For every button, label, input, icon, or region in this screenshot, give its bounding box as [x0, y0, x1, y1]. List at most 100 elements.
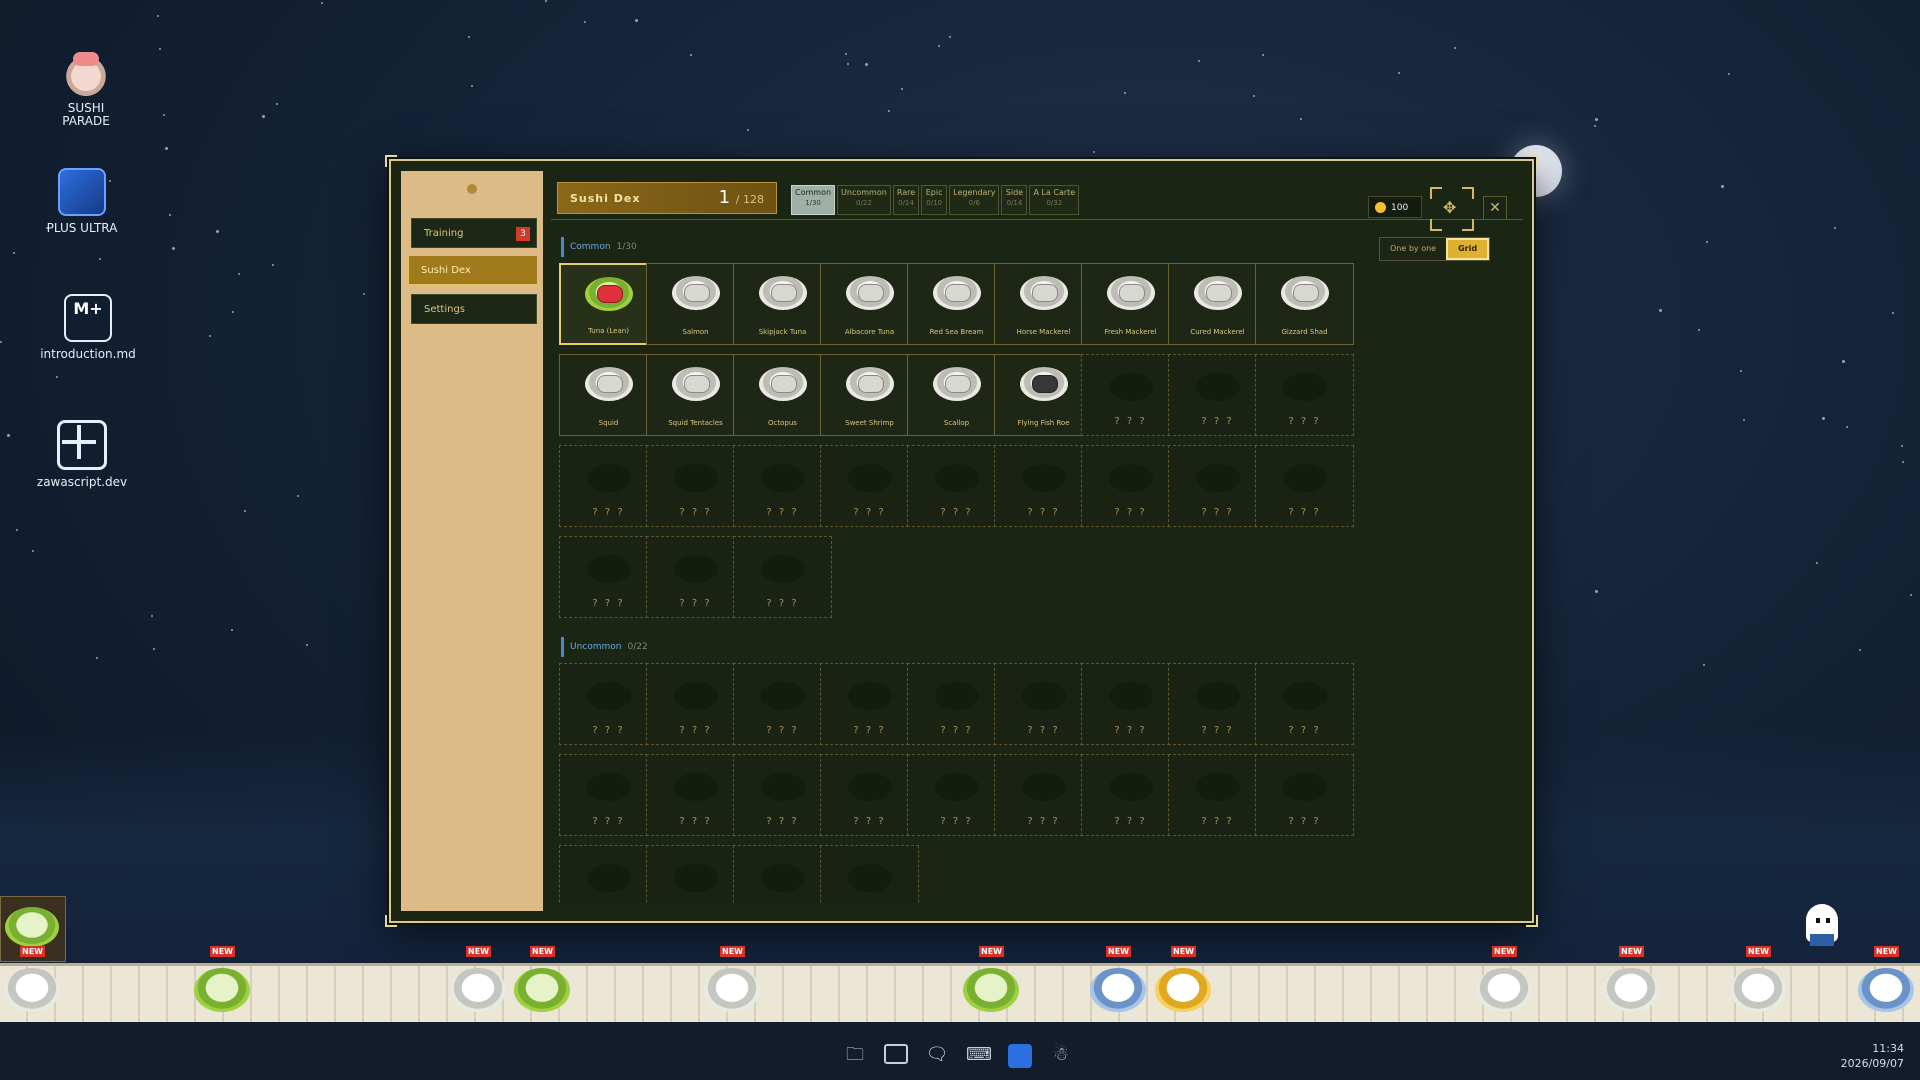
move-window-button[interactable]: ✥ — [1430, 187, 1474, 231]
conveyor-plate[interactable] — [963, 968, 1019, 1012]
conveyor-plate[interactable] — [4, 968, 60, 1012]
dex-card[interactable]: Skipjack Tuna — [733, 263, 832, 345]
dex-card-locked[interactable]: ? ? ? — [646, 536, 745, 618]
tab-legendary[interactable]: Legendary 0/6 — [949, 185, 1000, 215]
dex-card-locked[interactable]: ? ? ? — [1168, 754, 1267, 836]
dex-card-locked[interactable]: ? ? ? — [820, 445, 919, 527]
dex-card-locked[interactable]: ? ? ? — [907, 754, 1006, 836]
tab-epic[interactable]: Epic 0/10 — [921, 185, 948, 215]
dex-card-locked[interactable]: ? ? ? — [559, 445, 658, 527]
dex-card-locked[interactable]: ? ? ? — [820, 845, 919, 903]
dex-card[interactable]: Flying Fish Roe — [994, 354, 1093, 436]
dex-card[interactable]: Horse Mackerel — [994, 263, 1093, 345]
conveyor-plate[interactable] — [704, 968, 760, 1012]
sidebar-item-sushi-dex[interactable]: Sushi Dex — [408, 255, 538, 285]
desktop-icon-introduction-md[interactable]: M+ introduction.md — [28, 294, 148, 361]
dex-card-locked[interactable]: ? ? ? — [559, 754, 658, 836]
dex-card-locked[interactable]: ? ? ? — [907, 663, 1006, 745]
dex-card[interactable]: Squid — [559, 354, 658, 436]
dex-card-locked[interactable]: ? ? ? — [1081, 445, 1180, 527]
dex-card[interactable]: Salmon — [646, 263, 745, 345]
star — [544, 0, 547, 3]
dex-card-locked[interactable]: ? ? ? — [733, 663, 832, 745]
sushi-name: Octopus — [768, 419, 797, 427]
dex-card-locked[interactable]: ? ? ? — [559, 845, 658, 903]
unknown-label: ? ? ? — [1288, 725, 1321, 736]
dex-card-locked[interactable]: ? ? ? — [646, 754, 745, 836]
conveyor-plate[interactable] — [1730, 968, 1786, 1012]
chat-icon[interactable]: 🗨 — [924, 1044, 950, 1066]
unknown-silhouette — [586, 464, 631, 492]
sidebar-item-settings[interactable]: Settings — [411, 294, 537, 324]
conveyor-plate[interactable] — [1155, 968, 1211, 1012]
dex-card-locked[interactable]: ? ? ? — [733, 845, 832, 903]
dex-card-locked[interactable]: ? ? ? — [1255, 754, 1354, 836]
conveyor-plate[interactable] — [1603, 968, 1659, 1012]
plus-ultra-app-icon[interactable] — [1008, 1044, 1032, 1068]
dex-card-locked[interactable]: ? ? ? — [646, 845, 745, 903]
dex-card-locked[interactable]: ? ? ? — [994, 445, 1093, 527]
dex-card-locked[interactable]: ? ? ? — [820, 663, 919, 745]
conveyor-plate[interactable] — [1090, 968, 1146, 1012]
conveyor-plate[interactable] — [194, 968, 250, 1012]
dex-card-locked[interactable]: ? ? ? — [1081, 663, 1180, 745]
star — [937, 44, 940, 47]
dex-card[interactable]: Red Sea Bream — [907, 263, 1006, 345]
tab-side[interactable]: Side 0/14 — [1001, 185, 1028, 215]
dex-card-locked[interactable]: ? ? ? — [559, 536, 658, 618]
sushi-name: Salmon — [682, 328, 709, 336]
conveyor-plate[interactable] — [1476, 968, 1532, 1012]
tab-a-la-carte[interactable]: A La Carte 0/32 — [1029, 185, 1080, 215]
ghost-mascot[interactable] — [1800, 904, 1844, 954]
dex-card-locked[interactable]: ? ? ? — [1081, 354, 1180, 436]
dex-card-locked[interactable]: ? ? ? — [646, 663, 745, 745]
dex-card[interactable]: Octopus — [733, 354, 832, 436]
conveyor-plate[interactable] — [450, 968, 506, 1012]
conveyor-plate[interactable] — [1858, 968, 1914, 1012]
desktop-icon-plus-ultra[interactable]: PLUS ULTRA — [22, 168, 142, 235]
dex-card-locked[interactable]: ? ? ? — [1255, 445, 1354, 527]
dex-card-locked[interactable]: ? ? ? — [1168, 354, 1267, 436]
tab-common[interactable]: Common 1/30 — [791, 185, 836, 215]
dex-card[interactable]: Cured Mackerel — [1168, 263, 1267, 345]
terminal-icon[interactable]: ⌨ — [966, 1044, 992, 1066]
unknown-label: ? ? ? — [679, 725, 712, 736]
dex-card[interactable]: Fresh Mackerel — [1081, 263, 1180, 345]
unknown-silhouette — [673, 682, 718, 710]
dex-card-locked[interactable]: ? ? ? — [733, 536, 832, 618]
taskbar-icons: 🗀 🗨 ⌨ ☃ — [842, 1044, 1074, 1068]
dex-card-locked[interactable]: ? ? ? — [733, 754, 832, 836]
dex-card-locked[interactable]: ? ? ? — [994, 754, 1093, 836]
folder-icon[interactable]: 🗀 — [842, 1044, 868, 1066]
dex-card-locked[interactable]: ? ? ? — [646, 445, 745, 527]
conveyor-plate[interactable] — [514, 968, 570, 1012]
desktop-icon-sushi-parade[interactable]: SUSHI PARADE — [26, 40, 146, 128]
dex-card-locked[interactable]: ? ? ? — [733, 445, 832, 527]
star — [159, 47, 162, 50]
dex-card[interactable]: Scallop — [907, 354, 1006, 436]
dex-card-locked[interactable]: ? ? ? — [1255, 354, 1354, 436]
dex-card[interactable]: Gizzard Shad — [1255, 263, 1354, 345]
tab-uncommon[interactable]: Uncommon 0/22 — [837, 185, 891, 215]
notification-badge: 3 — [516, 227, 530, 241]
dex-card-locked[interactable]: ? ? ? — [1168, 445, 1267, 527]
dex-card-locked[interactable]: ? ? ? — [1255, 663, 1354, 745]
tab-rare[interactable]: Rare 0/14 — [892, 185, 920, 215]
dex-card[interactable]: Squid Tentacles — [646, 354, 745, 436]
dex-card[interactable]: Albacore Tuna — [820, 263, 919, 345]
dex-card-locked[interactable]: ? ? ? — [1168, 663, 1267, 745]
close-button[interactable]: ✕ — [1483, 196, 1507, 220]
dex-card-locked[interactable]: ? ? ? — [1081, 754, 1180, 836]
unknown-silhouette — [1282, 773, 1327, 801]
desktop-icon-zawascript[interactable]: zawascript.dev — [22, 420, 142, 489]
unknown-label: ? ? ? — [1114, 416, 1147, 427]
dex-card-locked[interactable]: ? ? ? — [907, 445, 1006, 527]
sidebar-item-training[interactable]: Training 3 — [411, 218, 537, 248]
dex-card-locked[interactable]: ? ? ? — [559, 663, 658, 745]
ghost-app-icon[interactable]: ☃ — [1048, 1044, 1074, 1066]
dex-card[interactable]: Sweet Shrimp — [820, 354, 919, 436]
window-icon[interactable] — [884, 1044, 908, 1064]
dex-card[interactable]: Tuna (Lean) — [559, 263, 658, 345]
dex-card-locked[interactable]: ? ? ? — [994, 663, 1093, 745]
dex-card-locked[interactable]: ? ? ? — [820, 754, 919, 836]
